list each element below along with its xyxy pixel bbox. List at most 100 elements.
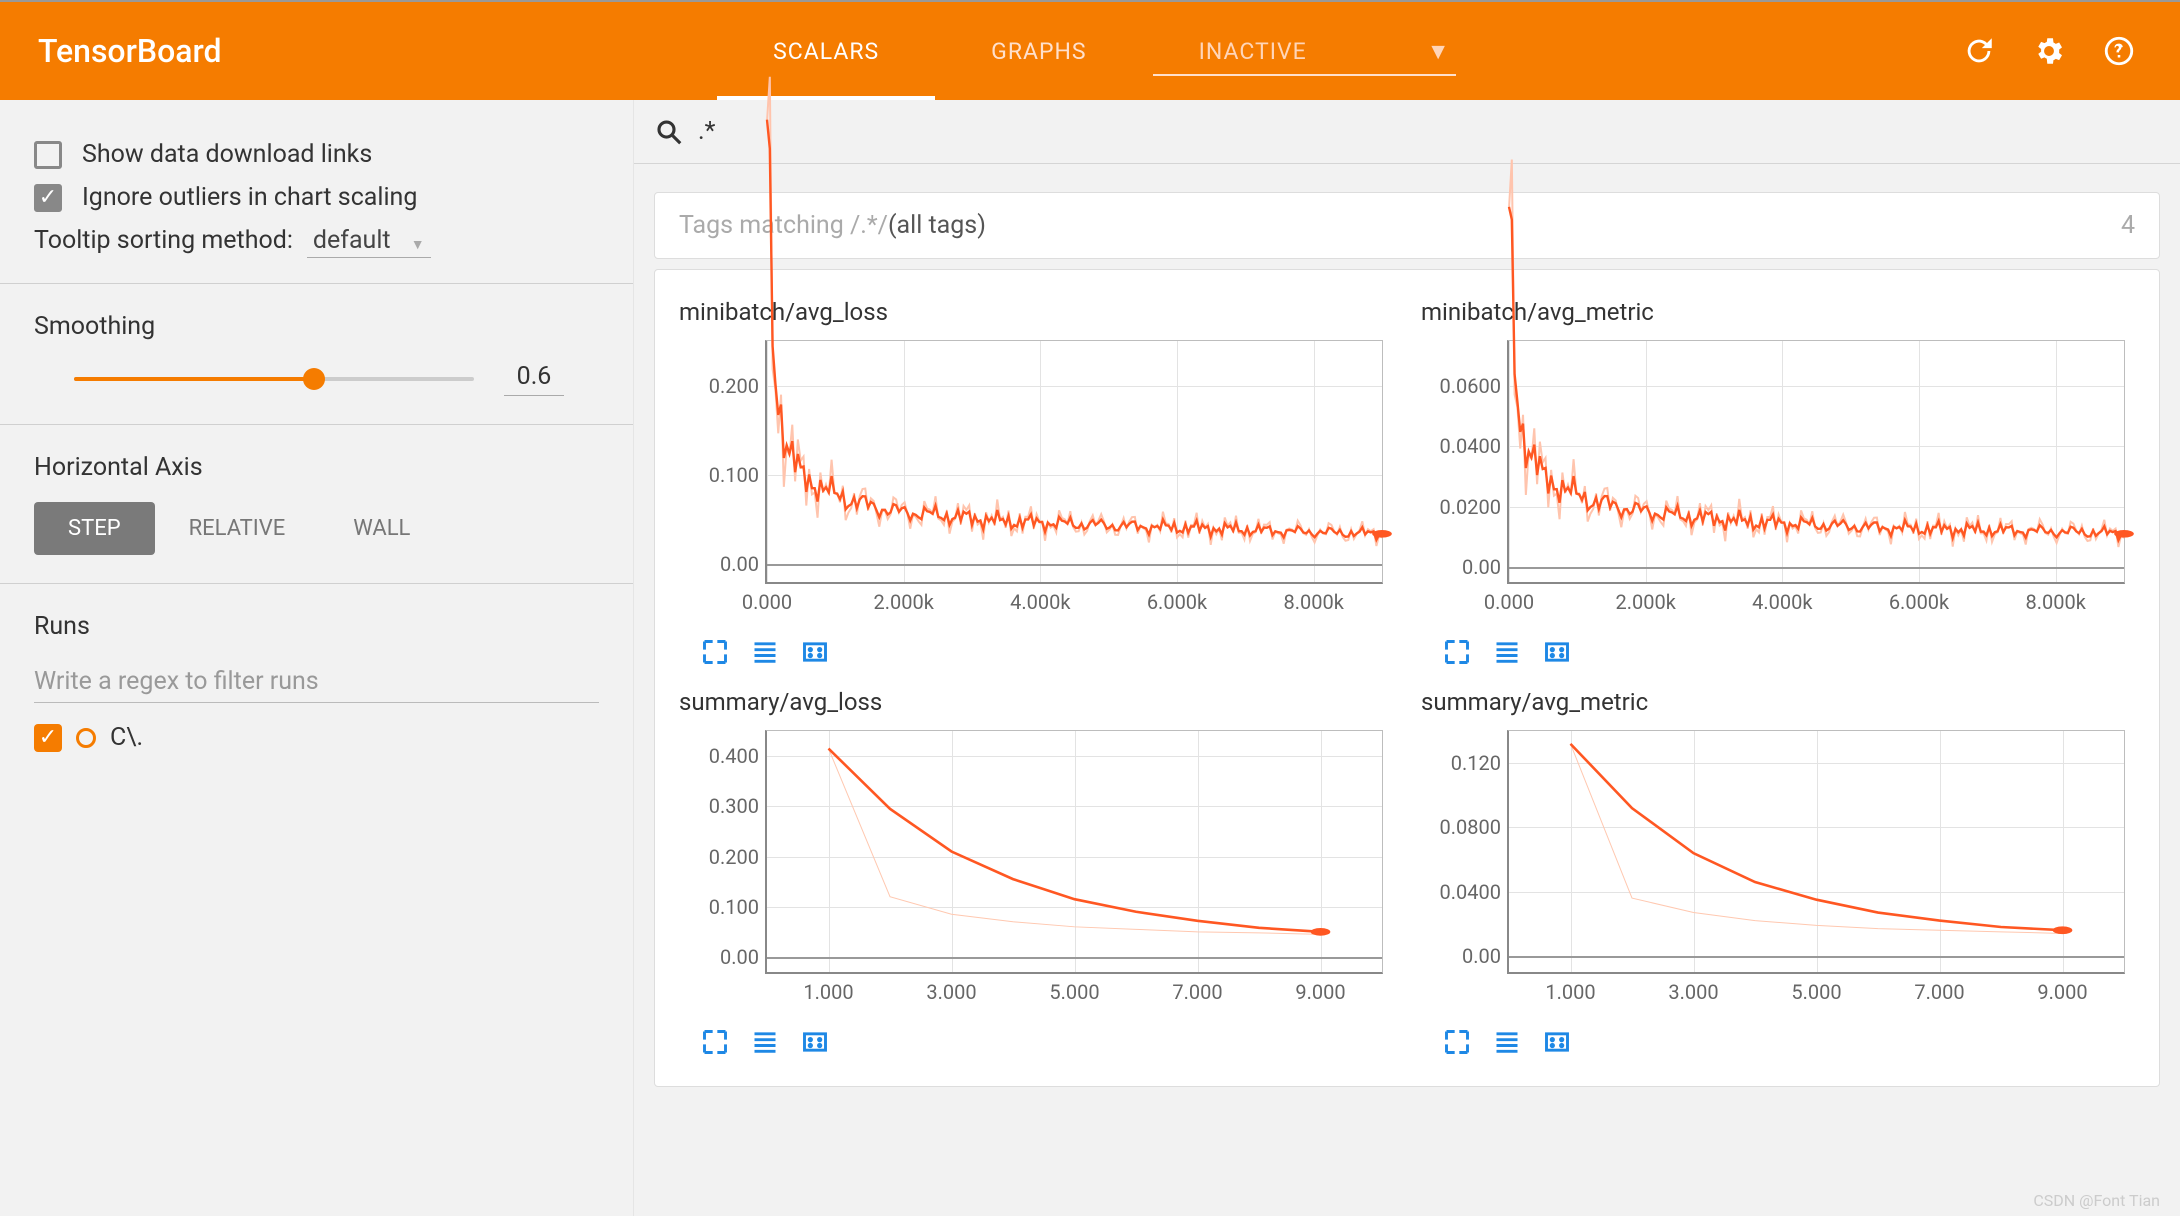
watermark: CSDN @Font Tian [2033,1191,2160,1210]
btn-axis-wall[interactable]: WALL [319,502,444,555]
label-ignore-outliers: Ignore outliers in chart scaling [82,183,417,212]
x-tick: 2.000k [873,590,933,614]
label-tooltip-sort: Tooltip sorting method: [34,226,293,255]
log-scale-icon[interactable] [1491,1026,1523,1058]
x-tick: 9.000 [2037,980,2087,1004]
x-tick: 6.000k [1889,590,1949,614]
app-header: TensorBoard SCALARS GRAPHS INACTIVE ▼ [0,0,2180,100]
run-color-icon [76,728,96,748]
input-tag-search[interactable] [696,116,2160,147]
tags-all: (all tags) [888,211,986,240]
x-tick: 2.000k [1615,590,1675,614]
chart-title: summary/avg_metric [1421,688,2135,716]
y-tick: 0.100 [709,463,759,487]
help-icon[interactable] [2102,34,2136,68]
header-actions [1962,34,2136,68]
expand-icon[interactable] [699,636,731,668]
x-tick: 4.000k [1752,590,1812,614]
select-tooltip-sort[interactable]: default [307,224,431,258]
y-tick: 0.00 [720,552,759,576]
refresh-icon[interactable] [1962,34,1996,68]
tags-summary-bar[interactable]: Tags matching / .* / (all tags) 4 [654,192,2160,259]
x-tick: 8.000k [1283,590,1343,614]
log-scale-icon[interactable] [749,1026,781,1058]
tags-count: 4 [2121,211,2135,240]
x-tick: 0.000 [742,590,792,614]
chart-actions [1441,636,2135,668]
plot-area[interactable]: 0.0002.000k4.000k6.000k8.000k0.000.1000.… [765,340,1383,584]
chart-title: summary/avg_loss [679,688,1393,716]
y-tick: 0.00 [720,945,759,969]
input-run-filter[interactable] [34,661,599,703]
x-tick: 5.000 [1791,980,1841,1004]
y-tick: 0.300 [709,794,759,818]
run-row: C\. [34,723,599,752]
chart-summary-avg-metric: summary/avg_metric 1.0003.0005.0007.0009.… [1421,688,2135,1058]
label-show-download: Show data download links [82,140,372,169]
y-tick: 0.120 [1451,751,1501,775]
log-scale-icon[interactable] [1491,636,1523,668]
y-tick: 0.0400 [1440,880,1501,904]
label-smoothing: Smoothing [34,312,599,341]
y-tick: 0.400 [709,744,759,768]
fit-domain-icon[interactable] [799,636,831,668]
y-tick: 0.0400 [1440,434,1501,458]
btn-axis-step[interactable]: STEP [34,502,155,555]
run-name: C\. [110,723,143,752]
y-tick: 0.0600 [1440,374,1501,398]
plot-area[interactable]: 1.0003.0005.0007.0009.0000.000.1000.2000… [765,730,1383,974]
y-tick: 0.200 [709,845,759,869]
plot-area[interactable]: 1.0003.0005.0007.0009.0000.000.04000.080… [1507,730,2125,974]
input-smoothing-value[interactable] [504,361,564,396]
fit-domain-icon[interactable] [1541,1026,1573,1058]
chart-minibatch-avg-metric: minibatch/avg_metric 0.0002.000k4.000k6.0… [1421,298,2135,668]
tags-pattern: .* [860,211,877,240]
expand-icon[interactable] [1441,636,1473,668]
y-tick: 0.00 [1462,944,1501,968]
fit-domain-icon[interactable] [1541,636,1573,668]
slider-smoothing[interactable] [74,377,474,381]
chart-minibatch-avg-loss: minibatch/avg_loss0.0002.000k4.000k6.000… [679,298,1393,668]
checkbox-show-download[interactable] [34,141,62,169]
tag-search-row [634,100,2180,164]
fit-domain-icon[interactable] [799,1026,831,1058]
y-tick: 0.100 [709,895,759,919]
x-tick: 6.000k [1147,590,1207,614]
divider [0,424,633,425]
label-runs: Runs [34,612,599,641]
x-tick: 8.000k [2025,590,2085,614]
expand-icon[interactable] [699,1026,731,1058]
x-tick: 4.000k [1010,590,1070,614]
horizontal-axis-buttons: STEP RELATIVE WALL [34,502,599,555]
chart-actions [1441,1026,2135,1058]
y-tick: 0.0800 [1440,815,1501,839]
checkbox-ignore-outliers[interactable] [34,184,62,212]
chart-actions [699,636,1393,668]
x-tick: 1.000 [803,980,853,1004]
expand-icon[interactable] [1441,1026,1473,1058]
x-tick: 5.000 [1049,980,1099,1004]
x-tick: 3.000 [926,980,976,1004]
gear-icon[interactable] [2032,34,2066,68]
y-tick: 0.200 [709,374,759,398]
chart-title: minibatch/avg_loss [679,298,1393,326]
tab-scalars[interactable]: SCALARS [717,2,935,100]
y-tick: 0.00 [1462,555,1501,579]
tab-inactive[interactable]: INACTIVE ▼ [1143,2,1467,100]
app-title: TensorBoard [38,32,222,70]
chart-title: minibatch/avg_metric [1421,298,2135,326]
divider [0,283,633,284]
checkbox-run[interactable] [34,724,62,752]
tab-graphs[interactable]: GRAPHS [935,2,1142,100]
x-tick: 7.000 [1172,980,1222,1004]
label-horizontal-axis: Horizontal Axis [34,453,599,482]
log-scale-icon[interactable] [749,636,781,668]
x-tick: 7.000 [1914,980,1964,1004]
btn-axis-relative[interactable]: RELATIVE [155,502,320,555]
chart-summary-avg-loss: summary/avg_loss1.0003.0005.0007.0009.00… [679,688,1393,1058]
tab-inactive-label: INACTIVE [1199,38,1307,65]
content: Tags matching / .* / (all tags) 4 miniba… [634,100,2180,1216]
search-icon [654,117,684,147]
x-tick: 9.000 [1295,980,1345,1004]
plot-area[interactable]: 0.0002.000k4.000k6.000k8.000k0.000.02000… [1507,340,2125,584]
